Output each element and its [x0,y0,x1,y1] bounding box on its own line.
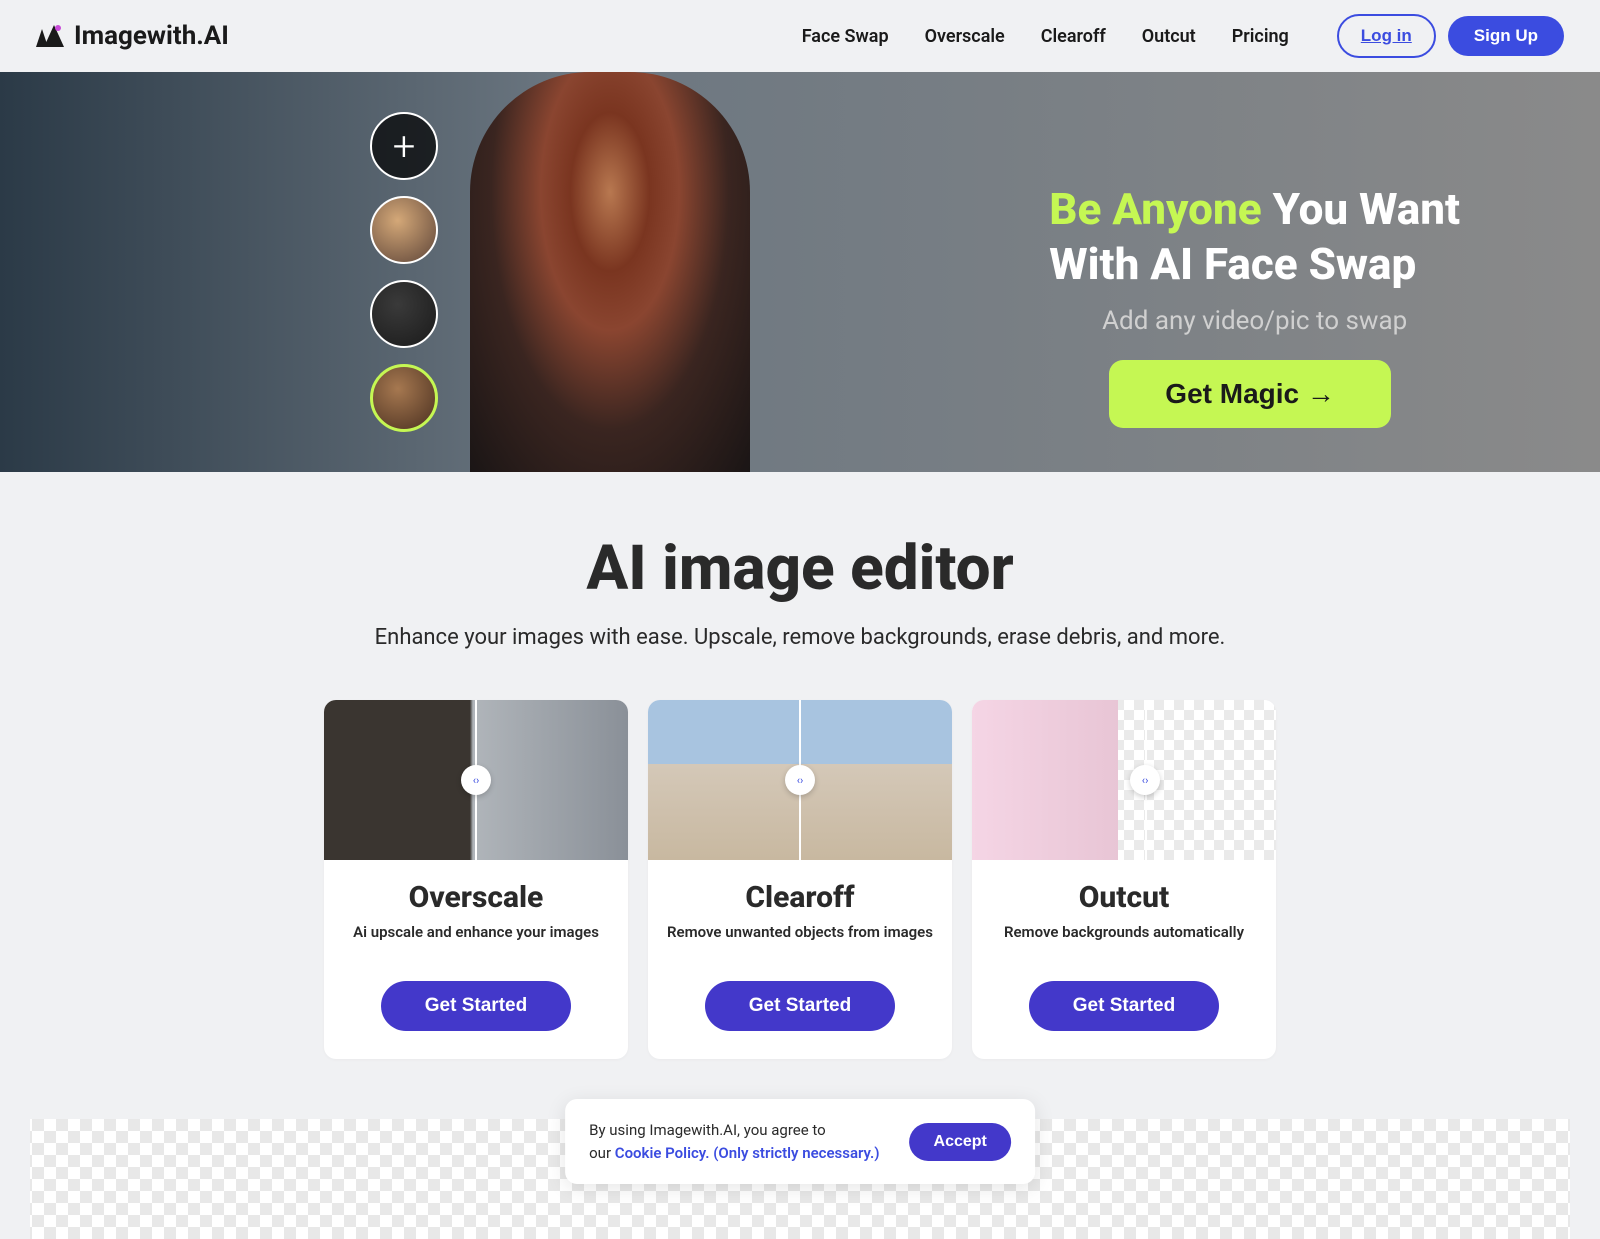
header-right: Face Swap Overscale Clearoff Outcut Pric… [802,14,1564,58]
card-outcut-preview[interactable]: ‹› [972,700,1276,860]
hero-title-rest2: With AI Face Swap [1049,238,1416,290]
face-option-1[interactable] [370,196,438,264]
card-clearoff-button[interactable]: Get Started [705,981,895,1031]
page-title: AI image editor [0,532,1600,605]
face-selector: + [370,112,438,432]
face-option-2[interactable] [370,280,438,348]
chevron-right-icon: › [800,774,803,787]
card-outcut-button[interactable]: Get Started [1029,981,1219,1031]
hero-portrait [470,72,750,472]
cookie-line2: our [589,1144,615,1162]
nav-pricing[interactable]: Pricing [1232,26,1289,47]
plus-icon: + [393,123,416,170]
cookie-text: By using Imagewith.AI, you agree to our … [589,1119,879,1164]
card-outcut-title: Outcut [988,880,1260,915]
card-outcut-desc: Remove backgrounds automatically [988,923,1260,941]
nav-clearoff[interactable]: Clearoff [1041,26,1106,47]
brand-name: Imagewith.AI [74,21,229,51]
signup-button[interactable]: Sign Up [1448,16,1564,56]
login-button[interactable]: Log in [1337,14,1436,58]
cookie-banner: By using Imagewith.AI, you agree to our … [565,1099,1035,1184]
face-option-3[interactable] [370,364,438,432]
card-overscale-button[interactable]: Get Started [381,981,571,1031]
hero-title-rest1: You Want [1273,183,1460,235]
cookie-accept-button[interactable]: Accept [910,1123,1011,1161]
card-clearoff-title: Clearoff [664,880,936,915]
hero-text-block: Be Anyone You Want With AI Face Swap Add… [1049,182,1460,428]
card-overscale-title: Overscale [340,880,612,915]
cookie-policy-link[interactable]: Cookie Policy. (Only strictly necessary.… [615,1144,880,1162]
hero-subtitle: Add any video/pic to swap [1049,306,1460,336]
compare-slider-handle[interactable]: ‹› [785,765,815,795]
page-subtitle: Enhance your images with ease. Upscale, … [0,625,1600,650]
card-clearoff: ‹› Clearoff Remove unwanted objects from… [648,700,952,1059]
nav-outcut[interactable]: Outcut [1142,26,1196,47]
hero-cta-button[interactable]: Get Magic → [1109,360,1391,428]
cookie-line1: By using Imagewith.AI, you agree to [589,1121,826,1139]
logo[interactable]: Imagewith.AI [36,21,229,51]
card-clearoff-preview[interactable]: ‹› [648,700,952,860]
card-overscale: ‹› Overscale Ai upscale and enhance your… [324,700,628,1059]
header: Imagewith.AI Face Swap Overscale Clearof… [0,0,1600,72]
compare-slider-handle[interactable]: ‹› [461,765,491,795]
main-section: AI image editor Enhance your images with… [0,472,1600,1099]
card-clearoff-desc: Remove unwanted objects from images [664,923,936,941]
card-overscale-preview[interactable]: ‹› [324,700,628,860]
chevron-right-icon: › [1145,774,1148,787]
compare-slider-handle[interactable]: ‹› [1130,765,1160,795]
logo-icon [36,25,64,47]
hero-title-highlight: Be Anyone [1049,183,1261,235]
auth-buttons: Log in Sign Up [1337,14,1564,58]
hero-banner: + Be Anyone You Want With AI Face Swap A… [0,72,1600,472]
nav-overscale[interactable]: Overscale [925,26,1005,47]
card-outcut: ‹› Outcut Remove backgrounds automatical… [972,700,1276,1059]
hero-title: Be Anyone You Want With AI Face Swap [1049,182,1460,292]
chevron-right-icon: › [476,774,479,787]
nav-face-swap[interactable]: Face Swap [802,26,889,47]
add-face-button[interactable]: + [370,112,438,180]
feature-cards: ‹› Overscale Ai upscale and enhance your… [0,700,1600,1059]
main-nav: Face Swap Overscale Clearoff Outcut Pric… [802,26,1289,47]
card-overscale-desc: Ai upscale and enhance your images [340,923,612,941]
